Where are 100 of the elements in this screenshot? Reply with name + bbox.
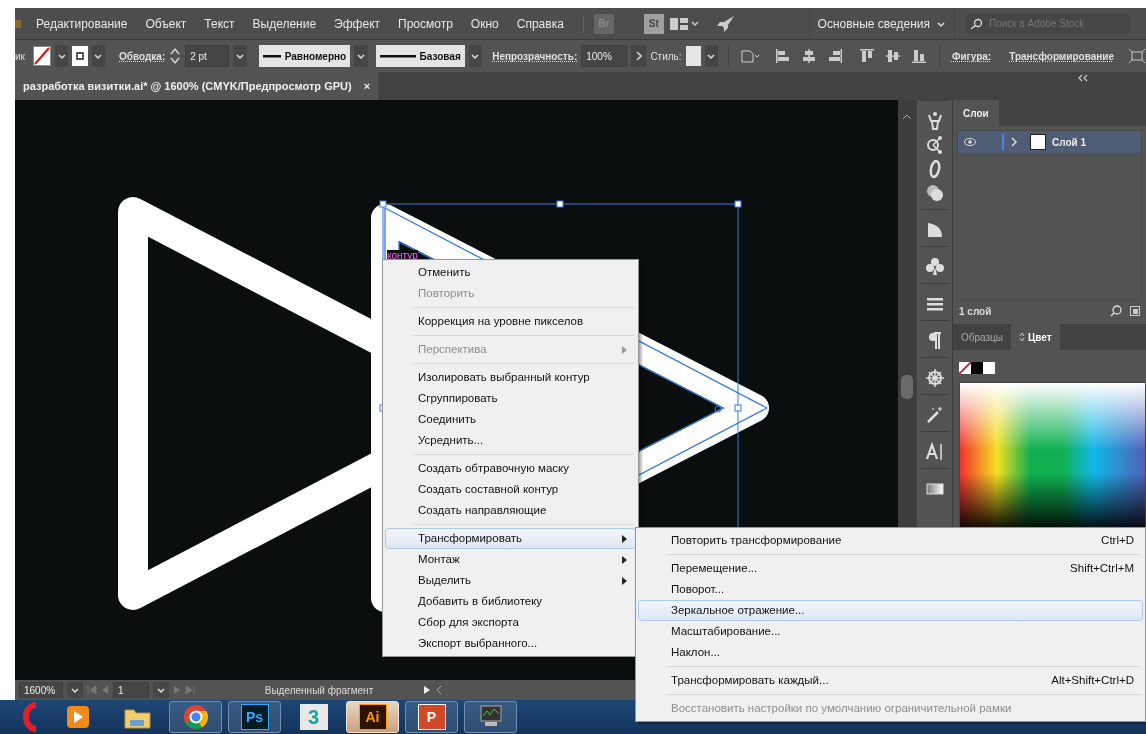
selection-handle[interactable] xyxy=(734,404,742,412)
menu-item[interactable]: Масштабирование... xyxy=(638,621,1143,642)
dropdown-button[interactable] xyxy=(354,45,368,67)
menu-item[interactable]: Выделить xyxy=(385,570,636,591)
dropdown-button[interactable] xyxy=(67,682,83,698)
dropdown-button[interactable] xyxy=(153,682,169,698)
panel-tab[interactable]: Цвет xyxy=(1011,324,1060,350)
menu-item[interactable]: Коррекция на уровне пикселов xyxy=(385,311,636,332)
menu-item[interactable]: Поворот... xyxy=(638,579,1143,600)
menu-item[interactable]: Объект xyxy=(136,14,196,33)
menu-item[interactable]: Создать направляющие xyxy=(385,500,636,521)
menu-item[interactable]: Просмотр xyxy=(389,14,462,33)
fill-swatch[interactable] xyxy=(32,46,51,66)
opacity-field[interactable]: 100% xyxy=(581,45,628,67)
panel-tab[interactable]: Слои xyxy=(953,100,999,126)
menu-item[interactable]: Зеркальное отражение... xyxy=(638,600,1143,621)
close-button[interactable]: × xyxy=(363,77,371,95)
eye-icon[interactable] xyxy=(964,138,976,146)
panel-tab[interactable]: Образцы xyxy=(953,324,1012,350)
circles-icon[interactable] xyxy=(924,183,945,203)
align-middle-icon[interactable] xyxy=(885,48,902,64)
spinner-icon[interactable] xyxy=(169,46,182,66)
align-bottom-icon[interactable] xyxy=(911,48,928,64)
layout-icon[interactable] xyxy=(669,16,700,31)
align-top-icon[interactable] xyxy=(859,48,876,64)
style-swatch[interactable] xyxy=(685,46,701,66)
artboard-icon[interactable] xyxy=(739,48,762,64)
panel-link[interactable]: Фигура: xyxy=(951,48,992,64)
color-swatch[interactable] xyxy=(983,362,995,374)
collapse-icon[interactable] xyxy=(1078,74,1088,82)
none-swatch-icon[interactable] xyxy=(959,362,971,374)
brush-dropdown[interactable]: Базовая xyxy=(375,45,465,67)
menu-item[interactable]: Наклон... xyxy=(638,642,1143,663)
menu-item[interactable]: Отменить xyxy=(385,262,636,283)
scroll-left-icon[interactable] xyxy=(435,685,443,695)
menu-item[interactable]: Сгруппировать xyxy=(385,388,636,409)
layer-row[interactable]: Слой 1 xyxy=(958,131,1141,153)
taskbar-button[interactable]: P xyxy=(405,701,458,733)
dropdown-button[interactable] xyxy=(468,45,483,67)
scroll-up-icon[interactable] xyxy=(902,113,912,120)
opera-icon xyxy=(22,702,38,732)
taskbar-button[interactable]: Ai xyxy=(346,701,399,733)
scrollbar-thumb[interactable] xyxy=(901,375,913,399)
search-icon[interactable] xyxy=(1110,305,1122,317)
menu-item[interactable]: Справка xyxy=(507,14,573,33)
color-swatch[interactable] xyxy=(971,362,983,374)
align-center-icon[interactable] xyxy=(801,48,818,64)
app-logo: 3 xyxy=(299,704,328,730)
selection-handle[interactable] xyxy=(379,200,387,208)
menu-item[interactable]: Соединить xyxy=(385,409,636,430)
taskbar-button[interactable]: Ps xyxy=(228,701,281,733)
layer-options-icon[interactable] xyxy=(1130,306,1140,316)
submenu-arrow-icon xyxy=(622,534,627,543)
dropdown-button[interactable] xyxy=(54,45,69,67)
taskbar-button[interactable] xyxy=(169,701,222,733)
menu-item[interactable]: Изолировать выбранный контур xyxy=(385,367,636,388)
transform-icon[interactable] xyxy=(1127,48,1146,64)
menu-item[interactable]: Выделение xyxy=(243,14,326,33)
wheel-icon[interactable] xyxy=(924,368,945,388)
character-icon[interactable] xyxy=(924,442,945,462)
menu-item[interactable]: Повторить трансформирование Ctrl+D xyxy=(638,530,1143,551)
expand-icon[interactable] xyxy=(1010,137,1018,147)
menu-item[interactable]: Экспорт выбранного... xyxy=(385,633,636,654)
nodes-icon[interactable] xyxy=(924,135,945,155)
menu-item[interactable]: Создать составной контур xyxy=(385,479,636,500)
stroke-swatch[interactable] xyxy=(72,46,88,66)
rocket-icon[interactable] xyxy=(715,14,736,33)
artboard-field[interactable]: 1 xyxy=(113,682,149,698)
taskbar-button[interactable] xyxy=(464,701,517,733)
dropdown-button[interactable] xyxy=(91,45,105,67)
panel-link[interactable]: Трансформирование xyxy=(1009,48,1114,64)
menu-item[interactable]: Создать обтравочную маску xyxy=(385,458,636,479)
dropdown-button[interactable] xyxy=(233,45,247,67)
dropdown-button[interactable] xyxy=(704,45,719,67)
menu-item[interactable]: Эффект xyxy=(325,14,390,33)
menu-item[interactable]: Усреднить... xyxy=(385,430,636,451)
align-left-icon[interactable] xyxy=(775,48,792,64)
zoom-field[interactable]: 1600% xyxy=(19,682,63,698)
menu-item[interactable]: Окно xyxy=(461,14,508,33)
menu-item[interactable]: Сбор для экспорта xyxy=(385,612,636,633)
document-tab[interactable]: разработка визитки.ai* @ 1600% (CMYK/Предпросмотр GPU) × xyxy=(15,72,379,100)
menu-item[interactable]: Добавить в библиотеку xyxy=(385,591,636,612)
sort-icon xyxy=(1019,332,1026,342)
menu-item[interactable]: Редактирование xyxy=(27,14,137,33)
menu-item[interactable]: Трансформировать xyxy=(385,528,636,549)
play-icon[interactable] xyxy=(423,685,431,695)
menu-item[interactable]: Текст xyxy=(195,14,244,33)
selection-handle[interactable] xyxy=(556,200,564,208)
expand-button[interactable] xyxy=(631,45,647,67)
menu-item[interactable]: Монтаж xyxy=(385,549,636,570)
menu-item[interactable]: Трансформировать каждый... Alt+Shift+Ctrl+D xyxy=(638,670,1143,691)
align-right-icon[interactable] xyxy=(827,48,844,64)
selection-handle[interactable] xyxy=(734,200,742,208)
profile-dropdown[interactable]: Равномерно xyxy=(258,45,351,67)
field-label: Обводка: xyxy=(119,49,166,64)
stroke-weight-field[interactable]: 2 pt xyxy=(185,45,230,67)
workspace-switcher[interactable]: Основные сведения xyxy=(808,7,955,40)
club-icon[interactable] xyxy=(924,257,945,277)
menu-item[interactable]: Перемещение... Shift+Ctrl+M xyxy=(638,558,1143,579)
app-button[interactable]: St xyxy=(643,13,664,34)
